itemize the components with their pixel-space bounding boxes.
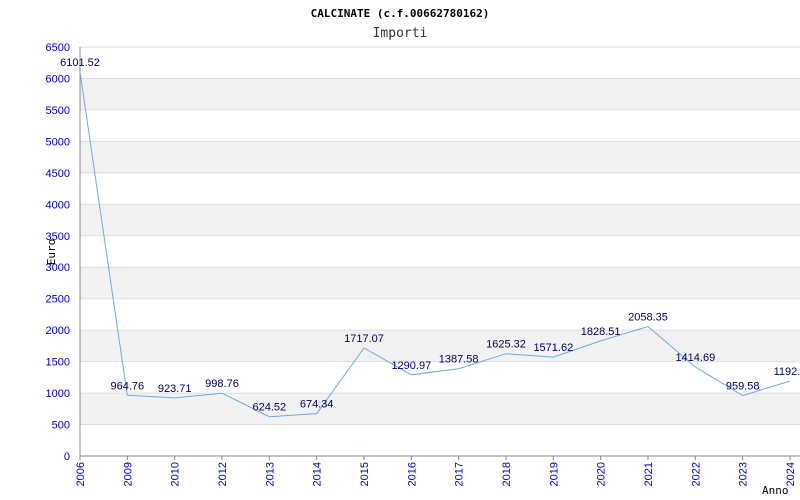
x-tick-label: 2014: [312, 462, 324, 486]
y-tick-label: 1500: [46, 357, 70, 369]
x-tick-label: 2006: [75, 462, 87, 486]
grid-band: [80, 393, 800, 425]
line-chart: 0500100015002000250030003500400045005000…: [45, 7, 800, 497]
grid-band: [80, 78, 800, 110]
x-tick-label: 2009: [122, 462, 134, 486]
data-label: 1571.62: [533, 342, 573, 354]
grid-band: [80, 267, 800, 299]
data-label: 1625.32: [486, 339, 526, 351]
grid-band: [80, 141, 800, 173]
x-axis-label: Anno: [762, 484, 789, 497]
data-label: 1717.07: [344, 333, 384, 345]
x-tick-label: 2020: [596, 462, 608, 486]
x-tick-label: 2021: [643, 462, 655, 486]
x-tick-label: 2015: [359, 462, 371, 486]
x-tick-label: 2013: [264, 462, 276, 486]
data-label: 624.52: [253, 402, 287, 414]
y-axis-label: Euro: [45, 239, 58, 266]
data-label: 998.76: [205, 378, 239, 390]
y-tick-label: 0: [64, 451, 70, 463]
x-tick-label: 2019: [548, 462, 560, 486]
x-tick-label: 2023: [738, 462, 750, 486]
x-tick-label: 2017: [454, 462, 466, 486]
data-label: 674.34: [300, 399, 334, 411]
x-tick-label: 2022: [690, 462, 702, 486]
y-tick-label: 1000: [46, 388, 70, 400]
data-label: 1387.58: [439, 354, 479, 366]
data-label: 964.76: [111, 380, 145, 392]
data-label: 1290.97: [391, 360, 431, 372]
y-tick-label: 2000: [46, 325, 70, 337]
data-label: 1828.51: [581, 326, 621, 338]
grid-bands: [80, 78, 800, 425]
x-ticks: 2006 2009 2010 2012 2013 2014 2015 2016 2017 2018…: [75, 456, 797, 486]
series-line: [79, 72, 791, 418]
data-label: 6101.52: [60, 57, 100, 69]
y-tick-label: 5000: [46, 136, 70, 148]
y-tick-label: 4500: [46, 168, 70, 180]
data-label: 923.71: [158, 383, 192, 395]
y-tick-label: 4000: [46, 199, 70, 211]
y-tick-label: 6500: [46, 42, 70, 54]
chart-title: CALCINATE (c.f.00662780162): [311, 7, 490, 20]
x-tick-label: 2010: [170, 462, 182, 486]
x-tick-label: 2018: [501, 462, 513, 486]
x-tick-label: 2024: [785, 462, 797, 486]
y-tick-label: 5500: [46, 105, 70, 117]
data-label: 959.58: [726, 381, 760, 393]
y-tick-label: 2500: [46, 294, 70, 306]
y-tick-label: 6000: [46, 73, 70, 85]
chart-subtitle: Importi: [373, 26, 428, 41]
data-label: 1192.0: [774, 366, 800, 378]
data-label: 2058.35: [628, 311, 668, 323]
x-tick-label: 2012: [217, 462, 229, 486]
grid-band: [80, 204, 800, 236]
x-tick-label: 2016: [406, 462, 418, 486]
data-label: 1414.69: [675, 352, 715, 364]
y-tick-label: 500: [52, 420, 70, 432]
